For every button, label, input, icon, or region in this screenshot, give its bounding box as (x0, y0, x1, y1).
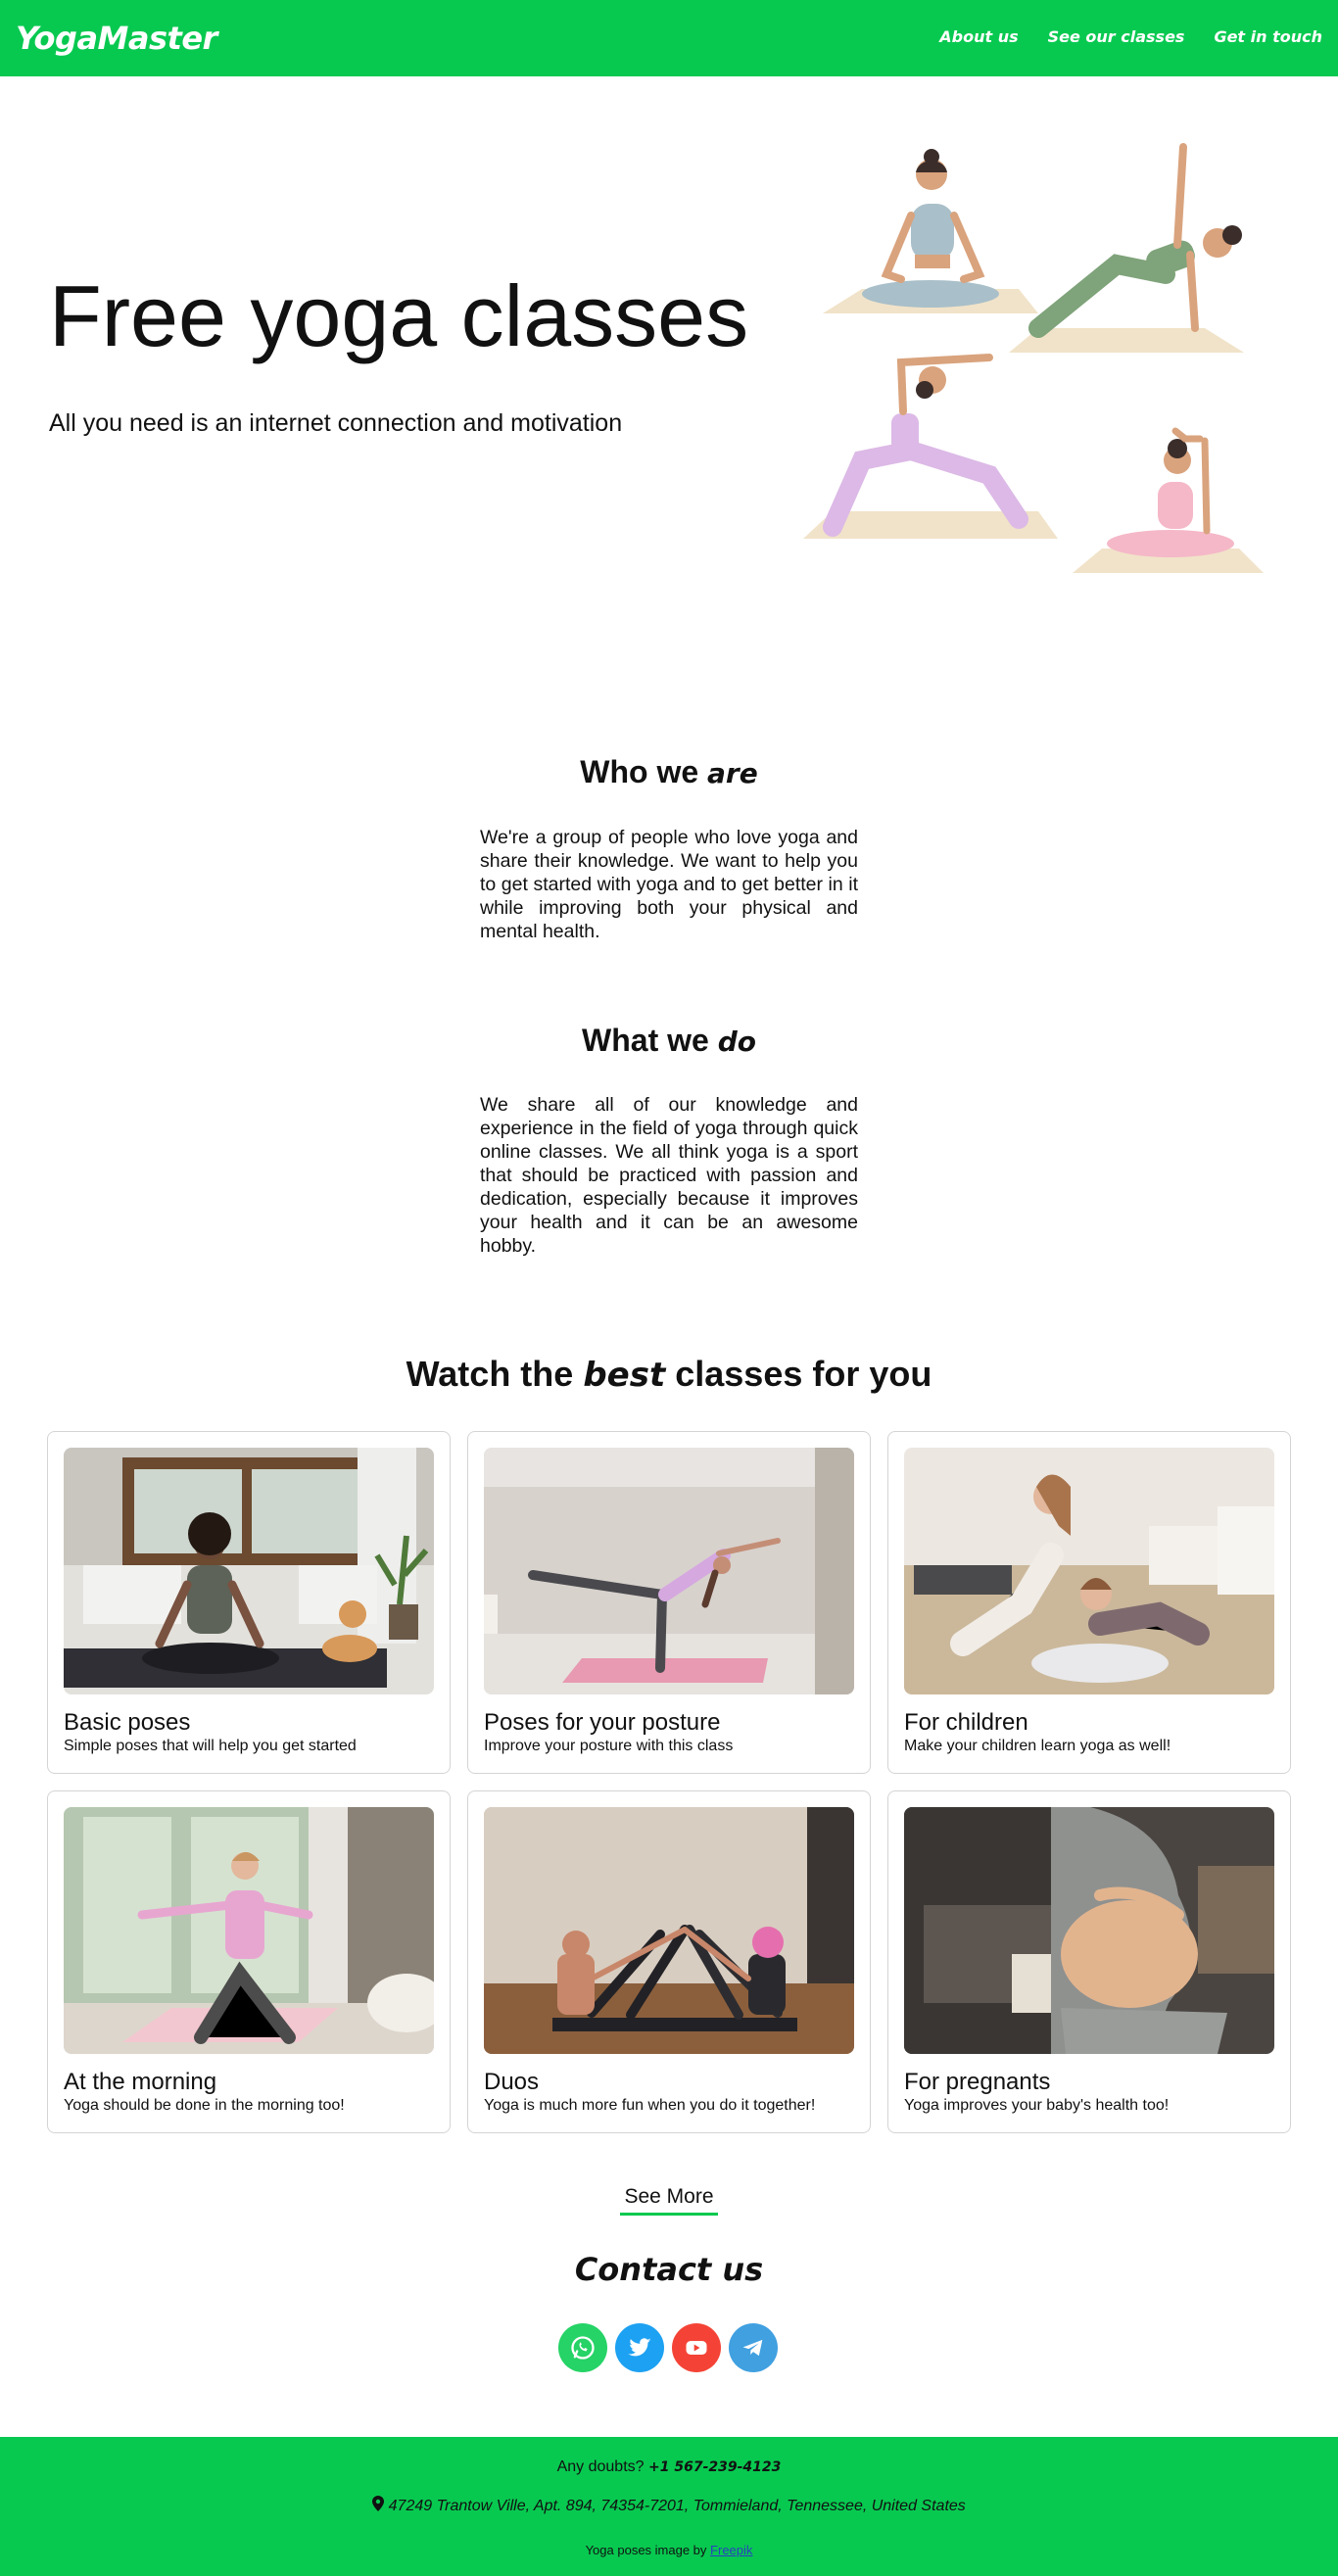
telegram-icon (742, 2339, 763, 2357)
classes-title-accent: best (583, 1356, 666, 1395)
brand-logo[interactable]: YogaMaster (16, 20, 217, 57)
classes-title-suffix: classes for you (675, 1354, 932, 1394)
hero-title: Free yoga classes (49, 267, 749, 364)
footer-contact-line: Any doubts? +1 567-239-4123 (0, 2458, 1338, 2476)
class-card-description: Improve your posture with this class (484, 1738, 734, 1754)
footer-phone[interactable]: +1 567-239-4123 (648, 2459, 781, 2475)
class-card-description: Simple poses that will help you get star… (64, 1738, 357, 1754)
social-links (558, 2323, 778, 2372)
class-thumbnail-morning (64, 1807, 434, 2054)
what-title-accent: do (717, 1026, 756, 1058)
what-we-do-title: What we do (0, 1023, 1338, 1059)
top-navbar: YogaMaster About us See our classes Get … (0, 0, 1338, 76)
class-card-description: Yoga should be done in the morning too! (64, 2097, 345, 2114)
nav-link-contact[interactable]: Get in touch (1214, 27, 1322, 46)
freepik-link[interactable]: Freepik (710, 2543, 752, 2557)
class-card-title: For children (904, 1709, 1028, 1736)
class-card-morning[interactable]: At the morning Yoga should be done in th… (47, 1790, 451, 2133)
nav-link-classes[interactable]: See our classes (1048, 27, 1185, 46)
footer-credit: Yoga poses image by Freepik (0, 2543, 1338, 2557)
class-card-basic-poses[interactable]: Basic poses Simple poses that will help … (47, 1431, 451, 1774)
map-pin-icon (372, 2496, 385, 2511)
whatsapp-link[interactable] (558, 2323, 607, 2372)
class-card-title: At the morning (64, 2069, 217, 2095)
class-card-duos[interactable]: Duos Yoga is much more fun when you do i… (467, 1790, 871, 2133)
footer-credit-text: Yoga poses image by (585, 2543, 707, 2557)
classes-title: Watch the best classes for you (0, 1354, 1338, 1395)
hero-subtitle: All you need is an internet connection a… (49, 409, 623, 437)
class-thumbnail-posture (484, 1448, 854, 1694)
main-nav: About us See our classes Get in touch (939, 27, 1322, 46)
classes-grid: Basic poses Simple poses that will help … (47, 1431, 1291, 2133)
what-title-prefix: What we (582, 1023, 709, 1058)
whatsapp-icon (571, 2336, 595, 2360)
contact-title: Contact us (574, 2251, 764, 2288)
footer: Any doubts? +1 567-239-4123 47249 Tranto… (0, 2437, 1338, 2576)
what-we-do-text: We share all of our knowledge and experi… (480, 1094, 858, 1257)
class-card-title: Duos (484, 2069, 540, 2095)
class-thumbnail-duos (484, 1807, 854, 2054)
telegram-link[interactable] (729, 2323, 778, 2372)
class-card-posture[interactable]: Poses for your posture Improve your post… (467, 1431, 871, 1774)
footer-doubts-text: Any doubts? (556, 2458, 645, 2475)
class-thumbnail-pregnants (904, 1807, 1274, 2054)
class-card-children[interactable]: For children Make your children learn yo… (887, 1431, 1291, 1774)
nav-link-about[interactable]: About us (939, 27, 1018, 46)
youtube-link[interactable] (672, 2323, 721, 2372)
footer-address-text: 47249 Trantow Ville, Apt. 894, 74354-720… (388, 2498, 966, 2514)
class-card-description: Yoga is much more fun when you do it tog… (484, 2097, 816, 2114)
twitter-icon (628, 2338, 651, 2357)
class-card-title: For pregnants (904, 2069, 1051, 2095)
yoga-poses-illustration (803, 143, 1264, 573)
class-thumbnail-basic-poses (64, 1448, 434, 1694)
youtube-icon (686, 2341, 707, 2355)
see-more-link[interactable]: See More (620, 2185, 718, 2216)
who-title-accent: are (707, 757, 758, 789)
class-card-pregnants[interactable]: For pregnants Yoga improves your baby's … (887, 1790, 1291, 2133)
class-card-description: Yoga improves your baby's health too! (904, 2097, 1170, 2114)
who-we-are-title: Who we are (0, 754, 1338, 790)
class-card-description: Make your children learn yoga as well! (904, 1738, 1171, 1754)
who-title-prefix: Who we (580, 754, 699, 789)
class-card-title: Poses for your posture (484, 1709, 721, 1736)
footer-address: 47249 Trantow Ville, Apt. 894, 74354-720… (0, 2496, 1338, 2515)
twitter-link[interactable] (615, 2323, 664, 2372)
classes-title-prefix: Watch the (406, 1354, 574, 1394)
class-card-title: Basic poses (64, 1709, 191, 1736)
class-thumbnail-children (904, 1448, 1274, 1694)
who-we-are-text: We're a group of people who love yoga an… (480, 827, 858, 942)
